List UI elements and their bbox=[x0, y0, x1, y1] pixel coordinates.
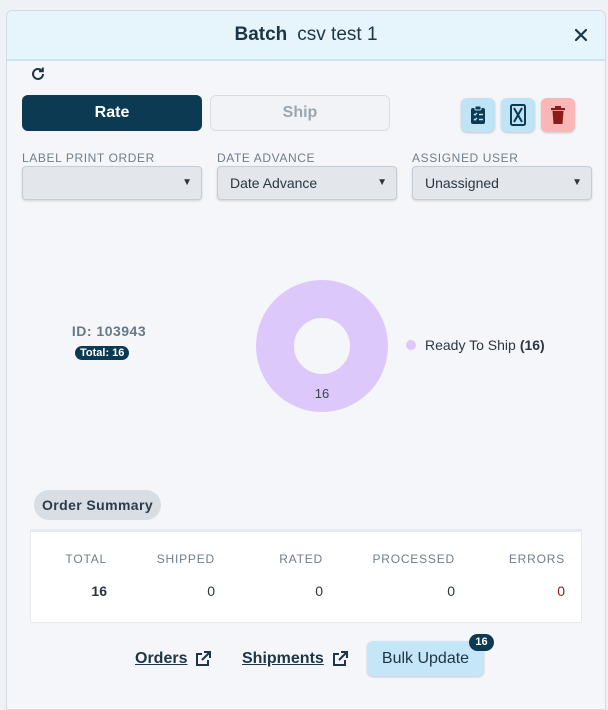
batch-name: csv test 1 bbox=[297, 24, 378, 45]
summary-errors: ERRORS 0 bbox=[509, 552, 565, 599]
clipboard-button[interactable] bbox=[461, 98, 495, 132]
bulk-update-count-badge: 16 bbox=[469, 634, 494, 651]
assigned-user-select[interactable]: Unassigned ▼ bbox=[412, 166, 592, 200]
panel-header: Batch csv test 1 bbox=[7, 11, 605, 61]
chevron-down-icon: ▼ bbox=[377, 177, 387, 188]
date-advance-label: DATE ADVANCE bbox=[217, 151, 316, 165]
summary-value: 0 bbox=[557, 583, 565, 599]
close-button[interactable] bbox=[571, 25, 591, 45]
chevron-down-icon: ▼ bbox=[182, 177, 192, 188]
summary-processed: PROCESSED 0 bbox=[372, 552, 455, 599]
date-advance-value: Date Advance bbox=[230, 175, 318, 191]
orders-link[interactable]: Orders bbox=[135, 650, 212, 668]
summary-header: ERRORS bbox=[508, 552, 565, 566]
order-summary-card: TOTAL 16 SHIPPED 0 RATED 0 PROCESSED 0 E… bbox=[30, 529, 582, 623]
refresh-icon bbox=[32, 67, 44, 80]
summary-header: PROCESSED bbox=[372, 552, 455, 566]
order-summary-title: Order Summary bbox=[34, 490, 162, 520]
label-print-order-select[interactable]: ▼ bbox=[22, 166, 202, 200]
bulk-update-button[interactable]: Bulk Update bbox=[367, 641, 484, 676]
summary-shipped: SHIPPED 0 bbox=[157, 552, 215, 599]
close-icon bbox=[574, 28, 588, 42]
refresh-button[interactable] bbox=[30, 66, 48, 84]
summary-value: 0 bbox=[447, 583, 455, 599]
status-donut-chart: 16 bbox=[256, 280, 388, 412]
summary-header: SHIPPED bbox=[156, 552, 215, 566]
assigned-user-value: Unassigned bbox=[425, 175, 499, 191]
batch-id: ID: 103943 bbox=[71, 323, 147, 339]
summary-rated: RATED 0 bbox=[279, 552, 323, 599]
date-advance-select[interactable]: Date Advance ▼ bbox=[217, 166, 397, 200]
summary-value: 0 bbox=[315, 583, 323, 599]
slice-label: 16 bbox=[315, 386, 329, 401]
summary-total: TOTAL 16 bbox=[65, 552, 107, 599]
orders-link-label: Orders bbox=[135, 650, 188, 667]
panel-title: Batch csv test 1 bbox=[7, 24, 605, 46]
summary-value: 0 bbox=[207, 583, 215, 599]
total-badge: Total: 16 bbox=[75, 346, 130, 360]
shipments-link-label: Shipments bbox=[242, 650, 324, 667]
chart-legend: Ready To Ship (16) bbox=[406, 337, 545, 353]
legend-swatch bbox=[406, 340, 416, 350]
legend-count: (16) bbox=[519, 337, 545, 353]
trash-icon bbox=[551, 106, 565, 124]
legend-label: Ready To Ship bbox=[425, 337, 516, 353]
summary-value: 16 bbox=[91, 583, 107, 599]
cancel-batch-button[interactable] bbox=[501, 98, 535, 132]
external-link-icon bbox=[196, 651, 212, 666]
shipments-link[interactable]: Shipments bbox=[242, 650, 348, 668]
hourglass-cancel-icon bbox=[510, 104, 526, 126]
delete-batch-button[interactable] bbox=[541, 98, 575, 132]
chevron-down-icon: ▼ bbox=[572, 177, 582, 188]
ship-tab[interactable]: Ship bbox=[210, 95, 390, 131]
assigned-user-label: ASSIGNED USER bbox=[412, 151, 519, 165]
external-link-icon bbox=[332, 651, 348, 666]
clipboard-list-icon bbox=[471, 105, 485, 124]
summary-header: TOTAL bbox=[65, 552, 107, 566]
summary-header: RATED bbox=[279, 552, 323, 566]
label-print-order-label: LABEL PRINT ORDER bbox=[22, 151, 155, 165]
pie-slice bbox=[256, 280, 388, 412]
rate-tab[interactable]: Rate bbox=[22, 95, 202, 131]
batch-label: Batch bbox=[234, 24, 288, 45]
